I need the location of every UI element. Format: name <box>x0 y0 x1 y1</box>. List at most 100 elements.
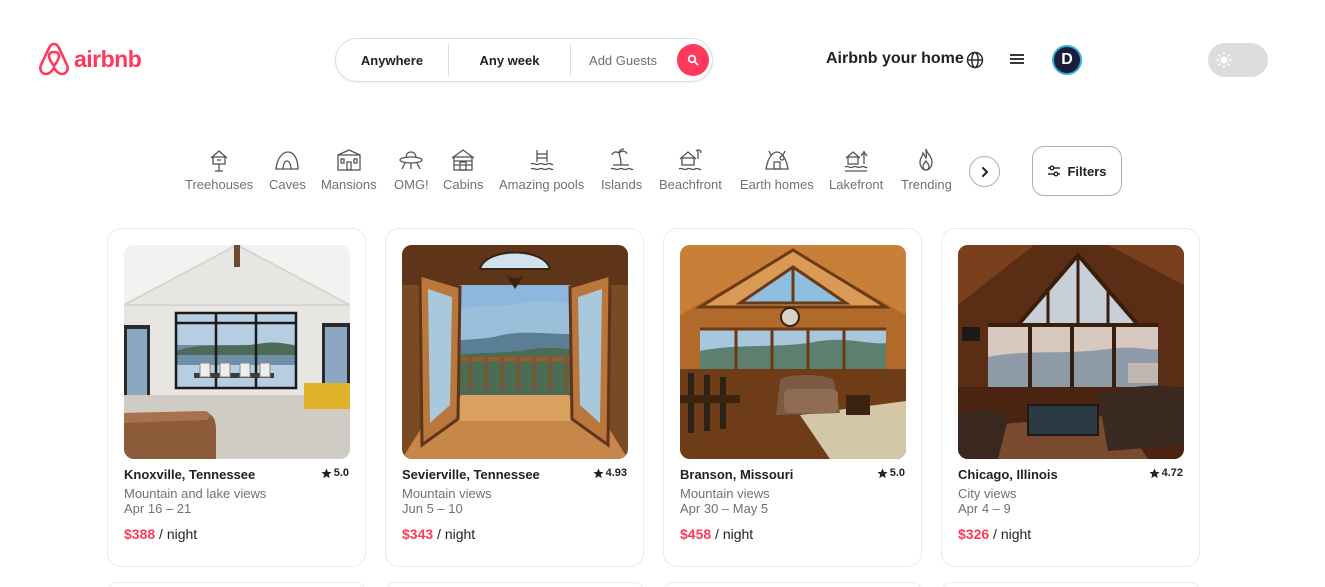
listing-dates: Apr 4 – 9 <box>958 501 1011 516</box>
island-icon <box>610 148 634 171</box>
price-unit: / night <box>155 526 198 542</box>
category-label: Mansions <box>321 177 377 192</box>
cave-icon <box>275 151 300 170</box>
listing-rating: 5.0 <box>877 467 905 479</box>
rating-value: 5.0 <box>889 467 905 479</box>
search-button[interactable] <box>677 44 709 76</box>
listing-photo <box>680 245 906 459</box>
category-label: Amazing pools <box>499 177 585 192</box>
price-amount: $326 <box>958 526 990 542</box>
cabin-icon <box>451 149 475 171</box>
price-unit: / night <box>711 526 754 542</box>
category-label: Caves <box>269 177 306 192</box>
search-bar[interactable]: Anywhere Any week Add Guests <box>335 38 713 82</box>
pool-icon <box>530 150 554 171</box>
airbnb-logo-icon <box>39 42 69 76</box>
category-label: Treehouses <box>185 177 254 192</box>
filters-button[interactable]: Filters <box>1032 146 1122 196</box>
theme-toggle[interactable] <box>1208 43 1268 77</box>
listing-price: $326 / night <box>958 526 1031 542</box>
earth-home-icon <box>765 150 789 170</box>
listing-rating: 4.72 <box>1149 467 1183 479</box>
star-icon <box>321 468 332 478</box>
mansion-icon <box>337 149 361 171</box>
host-link[interactable]: Airbnb your home <box>826 50 964 68</box>
price-unit: / night <box>433 526 476 542</box>
category-mansions[interactable]: Mansions <box>321 147 377 192</box>
menu-icon[interactable] <box>1009 52 1025 71</box>
category-omg[interactable]: OMG! <box>394 147 429 192</box>
price-amount: $458 <box>680 526 712 542</box>
listing-location: Branson, Missouri <box>680 467 794 482</box>
listing-rating: 5.0 <box>321 467 349 479</box>
category-label: Beachfront <box>659 177 722 192</box>
listing-location: Sevierville, Tennessee <box>402 467 540 482</box>
price-unit: / night <box>989 526 1032 542</box>
rating-value: 4.72 <box>1161 467 1183 479</box>
listing-price: $343 / night <box>402 526 475 542</box>
category-beachfront[interactable]: Beachfront <box>659 147 722 192</box>
category-treehouses[interactable]: Treehouses <box>185 147 253 192</box>
listing-photo <box>402 245 628 459</box>
listing-description: Mountain views <box>680 486 770 501</box>
category-caves[interactable]: Caves <box>269 147 306 192</box>
price-amount: $388 <box>124 526 156 542</box>
listing-dates: Apr 16 – 21 <box>124 501 192 516</box>
category-trending[interactable]: Trending <box>901 147 952 192</box>
sun-icon <box>1216 52 1232 68</box>
listing-card[interactable]: Chicago, Illinois 4.72 City views Apr 4 … <box>941 228 1200 567</box>
listing-price: $388 / night <box>124 526 197 542</box>
star-icon <box>593 468 604 478</box>
filters-icon <box>1048 165 1061 177</box>
listing-photo <box>124 245 350 459</box>
rating-value: 5.0 <box>333 467 349 479</box>
category-label: Lakefront <box>829 177 884 192</box>
listing-photo <box>958 245 1184 459</box>
search-icon <box>687 54 699 66</box>
category-cabins[interactable]: Cabins <box>443 147 483 192</box>
treehouse-icon <box>210 150 228 172</box>
logo-wordmark: airbnb <box>74 45 142 72</box>
listing-card-partial[interactable] <box>385 582 644 587</box>
lakefront-icon <box>844 150 868 172</box>
category-islands[interactable]: Islands <box>601 147 642 192</box>
search-location[interactable]: Anywhere <box>336 39 448 81</box>
listing-description: Mountain views <box>402 486 492 501</box>
fire-icon <box>919 148 934 171</box>
category-label: Trending <box>901 177 952 192</box>
avatar[interactable]: D <box>1052 45 1082 75</box>
category-label: OMG! <box>394 177 429 192</box>
listing-card[interactable]: Branson, Missouri 5.0 Mountain views Apr… <box>663 228 922 567</box>
listing-location: Knoxville, Tennessee <box>124 467 256 482</box>
listing-card[interactable]: Sevierville, Tennessee 4.93 Mountain vie… <box>385 228 644 567</box>
listing-rating: 4.93 <box>593 467 627 479</box>
listing-dates: Apr 30 – May 5 <box>680 501 769 516</box>
ufo-icon <box>399 151 423 170</box>
category-earth-homes[interactable]: Earth homes <box>740 147 814 192</box>
listing-location: Chicago, Illinois <box>958 467 1058 482</box>
categories-next-button[interactable] <box>969 156 1000 187</box>
star-icon <box>877 468 888 478</box>
airbnb-logo[interactable]: airbnb <box>38 42 142 76</box>
category-label: Earth homes <box>740 177 814 192</box>
filters-label: Filters <box>1067 163 1107 179</box>
globe-icon[interactable] <box>966 51 984 74</box>
listing-card[interactable]: Knoxville, Tennessee 5.0 Mountain and la… <box>107 228 366 567</box>
listing-card-partial[interactable] <box>663 582 922 587</box>
category-label: Cabins <box>443 177 484 192</box>
category-amazing-pools[interactable]: Amazing pools <box>499 147 584 192</box>
beachfront-icon <box>679 149 703 171</box>
search-dates[interactable]: Any week <box>449 39 570 81</box>
price-amount: $343 <box>402 526 434 542</box>
listing-price: $458 / night <box>680 526 753 542</box>
listing-description: City views <box>958 486 1017 501</box>
listing-description: Mountain and lake views <box>124 486 267 501</box>
search-guests[interactable]: Add Guests <box>571 39 675 81</box>
star-icon <box>1149 468 1160 478</box>
rating-value: 4.93 <box>605 467 627 479</box>
category-lakefront[interactable]: Lakefront <box>829 147 883 192</box>
listing-card-partial[interactable] <box>107 582 366 587</box>
listing-card-partial[interactable] <box>941 582 1200 587</box>
chevron-right-icon <box>981 166 988 177</box>
category-label: Islands <box>601 177 643 192</box>
